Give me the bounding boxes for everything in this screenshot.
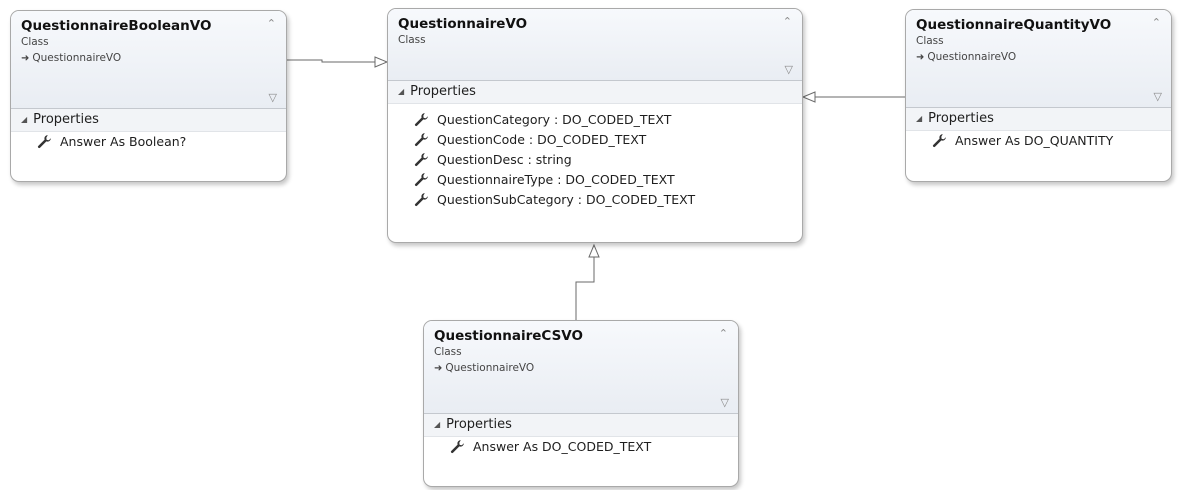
- inheritance-line-csvo: [575, 257, 595, 320]
- class-name: QuestionnaireVO: [398, 16, 528, 32]
- collapse-chevron-icon[interactable]: ⌃: [719, 327, 728, 340]
- section-label: Properties: [33, 112, 99, 127]
- property-label: Answer As DO_CODED_TEXT: [473, 439, 652, 454]
- class-header: QuestionnaireBooleanVO Class ➜ Questionna…: [11, 11, 286, 109]
- inheritance-arrowhead-boolean: [374, 56, 389, 68]
- class-header: QuestionnaireQuantityVO Class ➜ Questionn…: [906, 10, 1171, 108]
- wrench-icon: [37, 135, 51, 149]
- property-label: Answer As Boolean?: [60, 134, 187, 149]
- filter-icon[interactable]: ▽: [785, 63, 793, 76]
- wrench-icon: [414, 153, 428, 167]
- base-class-name: QuestionnaireVO: [445, 362, 535, 374]
- class-name: QuestionnaireBooleanVO: [21, 18, 212, 34]
- class-box-questionnaire-csvo[interactable]: QuestionnaireCSVO Class ➜ QuestionnaireVO…: [423, 320, 739, 487]
- properties-section-toggle[interactable]: ◢ Properties: [906, 108, 1171, 131]
- base-class: ➜ QuestionnaireVO: [916, 51, 1161, 63]
- base-class-name: QuestionnaireVO: [32, 52, 122, 64]
- section-label: Properties: [928, 111, 994, 126]
- properties-section-toggle[interactable]: ◢ Properties: [11, 109, 286, 132]
- wrench-icon: [414, 173, 428, 187]
- class-box-questionnaire-vo[interactable]: QuestionnaireVO Class ⌃ ▽ ◢ Properties Qu…: [387, 8, 803, 243]
- properties-section-toggle[interactable]: ◢ Properties: [388, 81, 802, 104]
- wrench-icon: [450, 440, 464, 454]
- collapse-chevron-icon[interactable]: ⌃: [267, 17, 276, 30]
- class-name: QuestionnaireCSVO: [434, 328, 583, 344]
- filter-icon[interactable]: ▽: [721, 396, 729, 409]
- inherits-arrow-icon: ➜: [434, 363, 443, 374]
- class-header: QuestionnaireVO Class ⌃ ▽: [388, 9, 802, 81]
- class-box-questionnaire-boolean-vo[interactable]: QuestionnaireBooleanVO Class ➜ Questionna…: [10, 10, 287, 182]
- property-item[interactable]: QuestionDesc : string: [388, 150, 802, 170]
- filter-icon[interactable]: ▽: [269, 91, 277, 104]
- collapse-chevron-icon[interactable]: ⌃: [783, 15, 792, 28]
- property-item[interactable]: Answer As DO_QUANTITY: [906, 131, 1171, 151]
- section-label: Properties: [446, 417, 512, 432]
- expand-triangle-icon: ◢: [398, 87, 405, 96]
- property-label: QuestionDesc : string: [437, 152, 572, 167]
- expand-triangle-icon: ◢: [21, 115, 28, 124]
- property-label: QuestionCode : DO_CODED_TEXT: [437, 132, 647, 147]
- class-kind: Class: [21, 36, 49, 48]
- class-kind: Class: [434, 346, 462, 358]
- property-item[interactable]: Answer As Boolean?: [11, 132, 286, 152]
- property-item[interactable]: QuestionSubCategory : DO_CODED_TEXT: [388, 190, 802, 210]
- property-item[interactable]: Answer As DO_CODED_TEXT: [424, 437, 738, 457]
- class-box-questionnaire-quantity-vo[interactable]: QuestionnaireQuantityVO Class ➜ Questionn…: [905, 9, 1172, 182]
- class-header: QuestionnaireCSVO Class ➜ QuestionnaireVO…: [424, 321, 738, 414]
- property-item[interactable]: QuestionCategory : DO_CODED_TEXT: [388, 110, 802, 130]
- wrench-icon: [932, 134, 946, 148]
- expand-triangle-icon: ◢: [434, 420, 441, 429]
- wrench-icon: [414, 133, 428, 147]
- inherits-arrow-icon: ➜: [916, 52, 925, 63]
- base-class: ➜ QuestionnaireVO: [434, 362, 728, 374]
- property-label: QuestionSubCategory : DO_CODED_TEXT: [437, 192, 696, 207]
- property-label: Answer As DO_QUANTITY: [955, 133, 1114, 148]
- class-kind: Class: [398, 34, 426, 46]
- inherits-arrow-icon: ➜: [21, 53, 30, 64]
- base-class-name: QuestionnaireVO: [927, 51, 1017, 63]
- wrench-icon: [414, 193, 428, 207]
- property-label: QuestionnaireType : DO_CODED_TEXT: [437, 172, 675, 187]
- properties-section-toggle[interactable]: ◢ Properties: [424, 414, 738, 437]
- property-item[interactable]: QuestionCode : DO_CODED_TEXT: [388, 130, 802, 150]
- property-item[interactable]: QuestionnaireType : DO_CODED_TEXT: [388, 170, 802, 190]
- collapse-chevron-icon[interactable]: ⌃: [1152, 16, 1161, 29]
- inheritance-line-boolean: [287, 59, 375, 63]
- base-class: ➜ QuestionnaireVO: [21, 52, 276, 64]
- class-kind: Class: [916, 35, 944, 47]
- filter-icon[interactable]: ▽: [1154, 90, 1162, 103]
- inheritance-arrowhead-quantity: [801, 91, 816, 103]
- wrench-icon: [414, 113, 428, 127]
- section-label: Properties: [410, 84, 476, 99]
- inheritance-arrowhead-csvo: [588, 243, 600, 258]
- expand-triangle-icon: ◢: [916, 114, 923, 123]
- property-label: QuestionCategory : DO_CODED_TEXT: [437, 112, 672, 127]
- class-name: QuestionnaireQuantityVO: [916, 17, 1112, 33]
